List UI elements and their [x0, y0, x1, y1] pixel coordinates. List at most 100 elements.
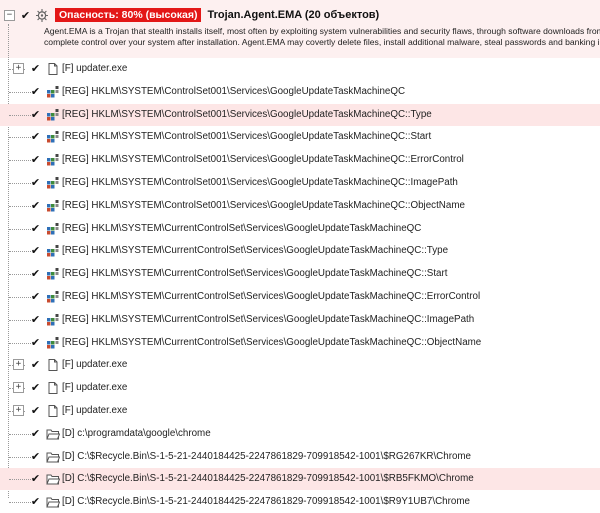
item-path: [REG] HKLM\SYSTEM\ControlSet001\Services…	[62, 85, 406, 97]
tree-connector	[9, 183, 31, 184]
list-item[interactable]: + ✔ [F] updater.exe	[0, 354, 600, 376]
tree-connector	[9, 274, 31, 276]
item-path: [D] C:\$Recycle.Bin\S-1-5-21-2440184425-…	[62, 496, 470, 508]
item-checkbox[interactable]: ✔	[30, 130, 41, 143]
item-path: [D] C:\$Recycle.Bin\S-1-5-21-2440184425-…	[62, 450, 472, 462]
tree-connector	[9, 433, 31, 435]
item-checkbox[interactable]: ✔	[30, 244, 41, 257]
list-item[interactable]: +✔[D] c:\programdata\google\chrome	[0, 423, 600, 445]
item-checkbox[interactable]: ✔	[30, 381, 41, 394]
description-line: complete control over your system after …	[44, 36, 600, 47]
expand-toggle[interactable]: +	[13, 405, 24, 416]
item-path: [REG] HKLM\SYSTEM\CurrentControlSet\Serv…	[62, 313, 475, 325]
item-path: [REG] HKLM\SYSTEM\ControlSet001\Services…	[62, 177, 458, 188]
expand-toggle[interactable]: +	[13, 359, 24, 371]
registry-icon	[46, 222, 60, 236]
registry-icon	[46, 108, 60, 122]
item-checkbox[interactable]: ✔	[30, 313, 41, 326]
item-path: [D] C:\$Recycle.Bin\S-1-5-21-2440184425-…	[62, 473, 474, 485]
list-item[interactable]: + ✔ [F] updater.exe	[0, 377, 600, 399]
item-path: [REG] HKLM\SYSTEM\CurrentControlSet\Serv…	[62, 222, 422, 234]
list-item[interactable]: +✔[REG] HKLM\SYSTEM\ControlSet001\Servic…	[0, 149, 600, 171]
list-item[interactable]: +✔[D] C:\$Recycle.Bin\S-1-5-21-244018442…	[0, 446, 600, 468]
item-path: [F] updater.exe	[62, 359, 128, 371]
item-path: [REG] HKLM\SYSTEM\ControlSet001\Services…	[62, 108, 432, 120]
item-checkbox[interactable]: ✔	[30, 222, 41, 235]
registry-icon	[46, 336, 60, 350]
list-item[interactable]: +✔[D] C:\$Recycle.Bin\S-1-5-21-244018442…	[0, 491, 600, 513]
tree-connector	[9, 91, 31, 93]
threat-description: Agent.EMA is a Trojan that stealth insta…	[44, 26, 600, 47]
file-icon	[46, 62, 60, 76]
virus-icon	[35, 8, 49, 22]
item-checkbox[interactable]: ✔	[30, 450, 41, 463]
folder-icon	[46, 472, 61, 486]
list-item[interactable]: +✔[REG] HKLM\SYSTEM\ControlSet001\Servic…	[0, 195, 600, 217]
tree-connector	[9, 479, 31, 481]
tree-connector	[9, 251, 31, 253]
item-path: [REG] HKLM\SYSTEM\ControlSet001\Services…	[62, 154, 464, 166]
tree-connector	[9, 205, 31, 207]
item-checkbox[interactable]: ✔	[30, 358, 41, 371]
file-icon	[46, 358, 60, 372]
tree-connector	[9, 297, 31, 298]
threat-checkbox[interactable]: ✔	[20, 9, 31, 22]
item-checkbox[interactable]: ✔	[30, 176, 41, 189]
registry-icon	[46, 290, 60, 304]
registry-icon	[46, 85, 60, 99]
list-item[interactable]: +✔[REG] HKLM\SYSTEM\CurrentControlSet\Se…	[0, 240, 600, 262]
item-path: [F] updater.exe	[62, 405, 128, 416]
threat-name: Trojan.Agent.EMA (20 объектов)	[207, 9, 380, 21]
item-checkbox[interactable]: ✔	[30, 472, 41, 485]
item-checkbox[interactable]: ✔	[30, 336, 41, 349]
registry-icon	[46, 176, 60, 190]
item-path: [REG] HKLM\SYSTEM\CurrentControlSet\Serv…	[62, 336, 482, 348]
registry-icon	[46, 199, 60, 213]
list-item[interactable]: + ✔ [F] updater.exe	[0, 58, 600, 80]
list-item[interactable]: +✔[REG] HKLM\SYSTEM\CurrentControlSet\Se…	[0, 332, 600, 354]
item-path: [REG] HKLM\SYSTEM\CurrentControlSet\Serv…	[62, 245, 449, 257]
list-item[interactable]: +✔[REG] HKLM\SYSTEM\CurrentControlSet\Se…	[0, 309, 600, 331]
registry-icon	[46, 267, 60, 281]
tree-connector	[9, 137, 31, 139]
expand-toggle[interactable]: +	[13, 382, 24, 394]
file-icon	[46, 404, 60, 418]
list-item[interactable]: +✔[REG] HKLM\SYSTEM\CurrentControlSet\Se…	[0, 286, 600, 308]
item-checkbox[interactable]: ✔	[30, 290, 41, 303]
registry-icon	[46, 244, 60, 258]
item-path: [REG] HKLM\SYSTEM\CurrentControlSet\Serv…	[62, 291, 481, 302]
tree-connector	[9, 342, 31, 344]
list-item[interactable]: +✔[REG] HKLM\SYSTEM\ControlSet001\Servic…	[0, 126, 600, 148]
folder-icon	[46, 450, 61, 464]
registry-icon	[46, 130, 60, 144]
item-checkbox[interactable]: ✔	[30, 85, 41, 98]
item-checkbox[interactable]: ✔	[30, 153, 41, 166]
tree-connector	[9, 160, 31, 162]
item-checkbox[interactable]: ✔	[30, 495, 41, 508]
list-item[interactable]: +✔[REG] HKLM\SYSTEM\ControlSet001\Servic…	[0, 103, 600, 126]
item-checkbox[interactable]: ✔	[30, 404, 41, 417]
tree-connector	[9, 456, 31, 458]
expand-toggle[interactable]: +	[13, 63, 24, 74]
list-item[interactable]: + ✔ [F] updater.exe	[0, 400, 600, 422]
list-item[interactable]: +✔[REG] HKLM\SYSTEM\ControlSet001\Servic…	[0, 81, 600, 103]
item-checkbox[interactable]: ✔	[30, 62, 41, 75]
collapse-toggle[interactable]: −	[4, 9, 15, 21]
item-checkbox[interactable]: ✔	[30, 199, 41, 212]
registry-icon	[46, 313, 60, 327]
threat-title-line: − ✔ Опасность: 80% (высокая) Trojan.Agen…	[4, 8, 379, 22]
list-item[interactable]: +✔[D] C:\$Recycle.Bin\S-1-5-21-244018442…	[0, 468, 600, 491]
list-item[interactable]: +✔[REG] HKLM\SYSTEM\CurrentControlSet\Se…	[0, 218, 600, 240]
folder-icon	[46, 427, 61, 441]
item-path: [F] updater.exe	[62, 63, 128, 74]
item-checkbox[interactable]: ✔	[30, 108, 41, 121]
item-path: [REG] HKLM\SYSTEM\CurrentControlSet\Serv…	[62, 268, 448, 280]
severity-badge: Опасность: 80% (высокая)	[55, 8, 202, 22]
list-item[interactable]: +✔[REG] HKLM\SYSTEM\ControlSet001\Servic…	[0, 172, 600, 194]
list-item[interactable]: +✔[REG] HKLM\SYSTEM\CurrentControlSet\Se…	[0, 263, 600, 285]
threat-header: − ✔ Опасность: 80% (высокая) Trojan.Agen…	[0, 0, 600, 58]
item-checkbox[interactable]: ✔	[30, 427, 41, 440]
file-icon	[46, 381, 60, 395]
item-checkbox[interactable]: ✔	[30, 267, 41, 280]
item-path: [D] c:\programdata\google\chrome	[62, 427, 211, 439]
